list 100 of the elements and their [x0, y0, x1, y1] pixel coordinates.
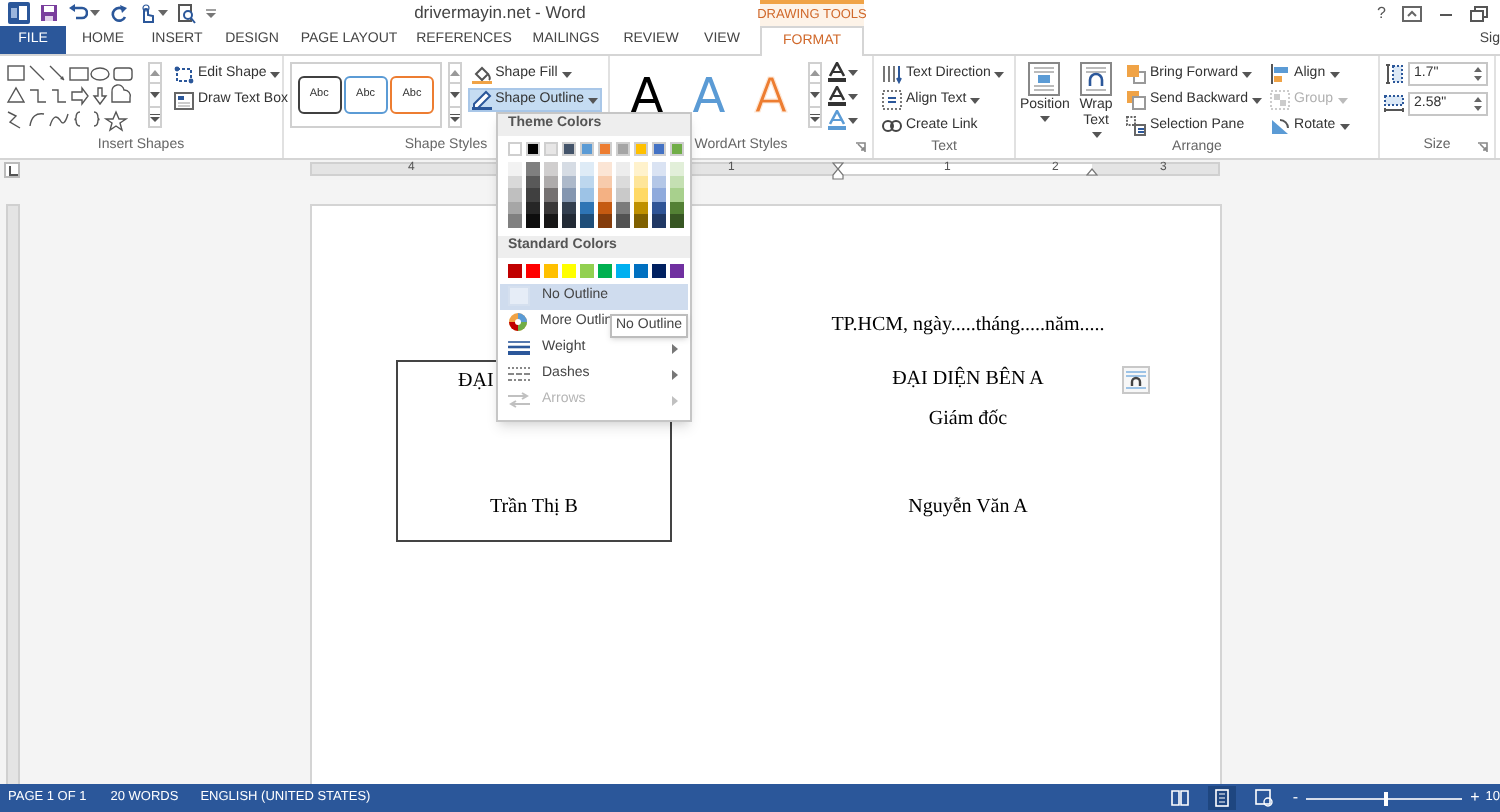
- caret-icon: [449, 92, 460, 98]
- right-indent-marker-icon[interactable]: [1086, 168, 1098, 176]
- color-swatch[interactable]: [652, 188, 666, 201]
- save-icon[interactable]: [40, 4, 58, 22]
- color-swatch[interactable]: [634, 162, 648, 175]
- color-swatch[interactable]: [544, 142, 558, 156]
- zoom-slider-thumb[interactable]: [1384, 791, 1389, 805]
- color-swatch[interactable]: [652, 142, 666, 156]
- more-icon: [150, 113, 160, 121]
- zoom-in-button[interactable]: +: [1470, 790, 1480, 806]
- height-icon: [1384, 64, 1404, 84]
- color-swatch[interactable]: [652, 162, 666, 175]
- hand-pointer-icon[interactable]: [138, 3, 156, 23]
- color-swatch[interactable]: [562, 162, 576, 175]
- color-swatch[interactable]: [562, 142, 576, 156]
- color-swatch[interactable]: [616, 162, 630, 175]
- color-swatch[interactable]: [652, 214, 666, 227]
- color-swatch[interactable]: [670, 162, 684, 175]
- gallery-more-button[interactable]: [808, 106, 822, 128]
- color-swatch[interactable]: [526, 142, 540, 156]
- wrap-text-icon: [1126, 370, 1146, 390]
- dialog-launcher-icon[interactable]: [856, 142, 866, 152]
- color-swatch[interactable]: [616, 263, 630, 277]
- caret-icon: [810, 70, 820, 76]
- dash-style-icon: [508, 366, 530, 382]
- color-swatch[interactable]: [526, 214, 540, 227]
- indent-marker-icon[interactable]: [832, 162, 844, 180]
- color-swatch[interactable]: [508, 188, 522, 201]
- color-swatch[interactable]: [652, 263, 666, 277]
- color-swatch[interactable]: [598, 162, 612, 175]
- read-mode-button[interactable]: [1166, 786, 1195, 810]
- color-swatch[interactable]: [634, 188, 648, 201]
- text-fill-button[interactable]: [828, 62, 858, 82]
- color-swatch[interactable]: [670, 188, 684, 201]
- redo-icon[interactable]: [110, 4, 128, 22]
- gallery-scroll-down-button[interactable]: [808, 84, 822, 106]
- color-swatch[interactable]: [580, 263, 594, 277]
- color-swatch[interactable]: [580, 214, 594, 227]
- color-swatch[interactable]: [580, 142, 594, 156]
- color-swatch[interactable]: [562, 214, 576, 227]
- color-swatch[interactable]: [544, 263, 558, 277]
- color-swatch[interactable]: [526, 188, 540, 201]
- color-swatch[interactable]: [598, 263, 612, 277]
- text-fill-icon: [828, 62, 846, 82]
- help-button[interactable]: ?: [1377, 5, 1386, 21]
- text-effects-button[interactable]: [828, 110, 858, 130]
- wordart-style-gallery[interactable]: A A A: [616, 62, 802, 128]
- width-icon: [1384, 94, 1404, 114]
- color-swatch[interactable]: [598, 188, 612, 201]
- group-icon: [1270, 90, 1291, 110]
- color-swatch[interactable]: [598, 142, 612, 156]
- color-swatch[interactable]: [544, 162, 558, 175]
- caret-icon: [848, 69, 858, 75]
- tab-selector-button[interactable]: [4, 162, 20, 178]
- color-swatch[interactable]: [670, 214, 684, 227]
- ribbon-display-options-icon[interactable]: [1402, 5, 1422, 21]
- zoom-out-button[interactable]: -: [1292, 790, 1299, 806]
- edit-shape-icon: [174, 65, 194, 83]
- color-swatch[interactable]: [598, 214, 612, 227]
- web-layout-button[interactable]: [1250, 786, 1279, 810]
- color-swatch[interactable]: [562, 188, 576, 201]
- dialog-launcher-icon[interactable]: [1478, 142, 1488, 152]
- color-swatch[interactable]: [670, 263, 684, 277]
- gallery-more-button[interactable]: [447, 106, 462, 128]
- color-swatch[interactable]: [616, 188, 630, 201]
- text-outline-button[interactable]: [828, 86, 858, 106]
- print-layout-button[interactable]: [1208, 786, 1237, 810]
- color-swatch[interactable]: [580, 162, 594, 175]
- color-swatch[interactable]: [508, 162, 522, 175]
- color-swatch[interactable]: [508, 214, 522, 227]
- color-swatch[interactable]: [634, 142, 648, 156]
- undo-icon[interactable]: [68, 4, 88, 22]
- color-swatch[interactable]: [526, 263, 540, 277]
- caret-icon: [810, 92, 820, 98]
- gallery-more-button[interactable]: [148, 106, 162, 128]
- restore-icon[interactable]: [1470, 5, 1488, 21]
- color-swatch[interactable]: [634, 263, 648, 277]
- text-line: ĐẠI DIỆN BÊN A: [892, 364, 1044, 394]
- print-preview-icon[interactable]: [178, 3, 196, 23]
- color-swatch[interactable]: [670, 142, 684, 156]
- more-icon: [449, 113, 460, 121]
- color-swatch[interactable]: [544, 188, 558, 201]
- color-swatch[interactable]: [508, 263, 522, 277]
- color-swatch[interactable]: [562, 263, 576, 277]
- text-box-icon: [174, 91, 194, 109]
- color-swatch[interactable]: [544, 214, 558, 227]
- wordart-style-preset[interactable]: A: [630, 71, 664, 119]
- gallery-scroll-down-button[interactable]: [148, 84, 162, 106]
- align-icon: [1270, 64, 1291, 84]
- gallery-scroll-down-button[interactable]: [447, 84, 462, 106]
- customize-toolbar-icon[interactable]: [206, 8, 216, 18]
- color-swatch[interactable]: [634, 214, 648, 227]
- color-swatch[interactable]: [508, 142, 522, 156]
- layout-options-button[interactable]: [1122, 366, 1150, 394]
- color-swatch[interactable]: [580, 188, 594, 201]
- arrow-style-icon: [508, 392, 530, 408]
- color-swatch[interactable]: [616, 214, 630, 227]
- color-swatch[interactable]: [526, 162, 540, 175]
- color-wheel-icon: [508, 312, 528, 332]
- color-swatch[interactable]: [616, 142, 630, 156]
